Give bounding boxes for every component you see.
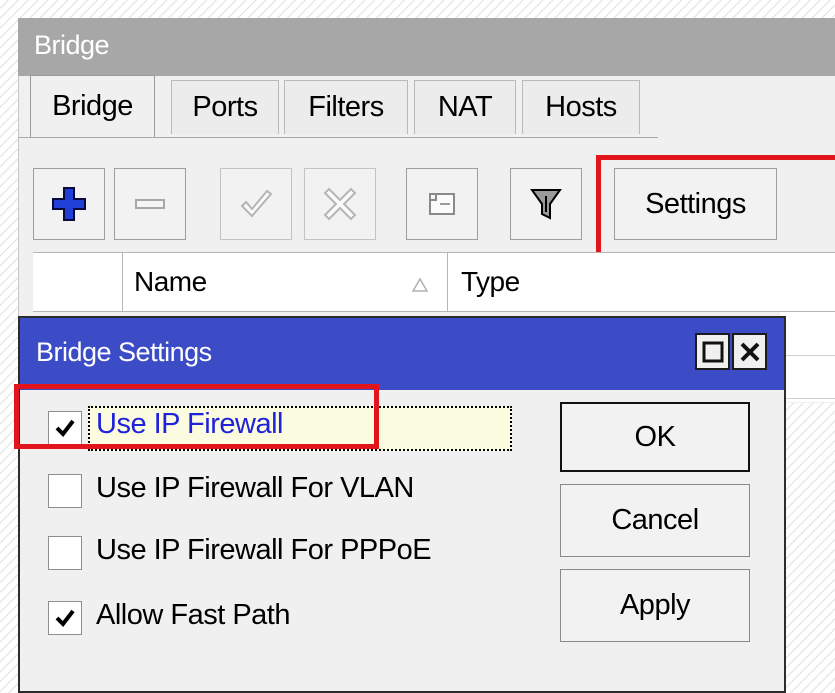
allow-fast-path-checkbox[interactable] bbox=[48, 601, 82, 635]
bridge-window-title: Bridge bbox=[34, 30, 110, 60]
use-ip-firewall-vlan-checkbox[interactable] bbox=[48, 474, 82, 508]
ok-button[interactable]: OK bbox=[560, 402, 750, 472]
use-ip-firewall-pppoe-label[interactable]: Use IP Firewall For PPPoE bbox=[96, 534, 432, 567]
use-ip-firewall-pppoe-checkbox[interactable] bbox=[48, 536, 82, 570]
enable-button[interactable] bbox=[220, 168, 292, 240]
tab-hosts[interactable]: Hosts bbox=[522, 80, 640, 134]
tabs-divider bbox=[18, 137, 658, 138]
column-header-name[interactable]: Name bbox=[134, 266, 207, 298]
bridge-titlebar[interactable]: Bridge bbox=[18, 18, 835, 76]
dialog-titlebar[interactable]: Bridge Settings bbox=[20, 318, 784, 390]
apply-button[interactable]: Apply bbox=[560, 569, 750, 642]
column-separator bbox=[122, 252, 123, 312]
tab-filters[interactable]: Filters bbox=[284, 80, 408, 134]
use-ip-firewall-highlight-box bbox=[14, 384, 379, 449]
remove-button[interactable] bbox=[114, 168, 186, 240]
cancel-button[interactable]: Cancel bbox=[560, 484, 750, 557]
comment-icon bbox=[429, 193, 455, 215]
sort-ascending-icon bbox=[412, 278, 428, 292]
close-button[interactable] bbox=[732, 333, 767, 370]
maximize-button[interactable] bbox=[695, 333, 730, 370]
tab-bridge[interactable]: Bridge bbox=[30, 75, 155, 137]
filter-funnel-icon bbox=[530, 189, 562, 220]
filter-button[interactable] bbox=[510, 168, 582, 240]
disable-button[interactable] bbox=[304, 168, 376, 240]
table-row-divider bbox=[780, 398, 835, 399]
close-icon bbox=[740, 342, 759, 361]
comment-button[interactable] bbox=[406, 168, 478, 240]
column-separator bbox=[447, 252, 448, 312]
cross-icon bbox=[323, 187, 357, 221]
column-header-type[interactable]: Type bbox=[461, 266, 520, 298]
plus-icon bbox=[52, 187, 86, 221]
allow-fast-path-label[interactable]: Allow Fast Path bbox=[96, 599, 290, 632]
minus-icon bbox=[135, 199, 165, 209]
dialog-title: Bridge Settings bbox=[36, 337, 212, 367]
tab-nat[interactable]: NAT bbox=[414, 80, 516, 134]
table-row-area bbox=[780, 312, 835, 402]
maximize-icon bbox=[702, 341, 723, 362]
table-row-divider bbox=[780, 355, 835, 356]
checkmark-icon bbox=[55, 609, 75, 628]
check-icon bbox=[240, 189, 273, 218]
settings-highlight-box bbox=[596, 155, 835, 258]
use-ip-firewall-vlan-label[interactable]: Use IP Firewall For VLAN bbox=[96, 472, 414, 505]
tab-ports[interactable]: Ports bbox=[171, 80, 279, 134]
add-button[interactable] bbox=[33, 168, 105, 240]
